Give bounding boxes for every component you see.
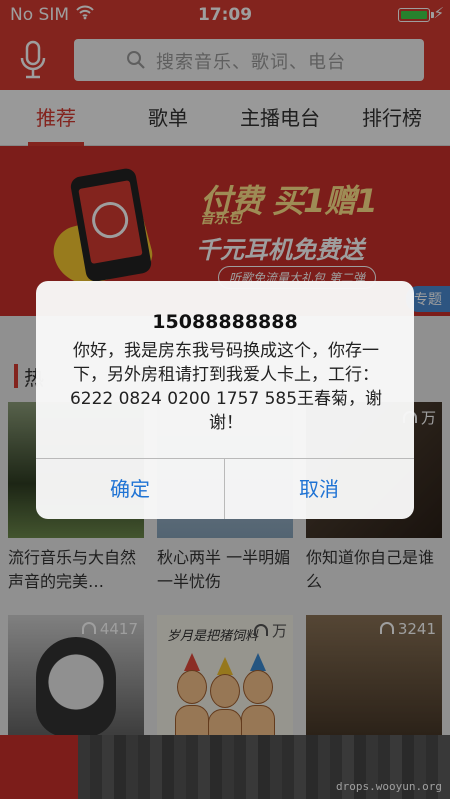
- alert-title: 15088888888: [152, 311, 298, 333]
- confirm-button[interactable]: 确定: [36, 459, 224, 519]
- alert-message: 你好，我是房东我号码换成这个，你存一下，另外房租请打到我爱人卡上，工行：6222…: [69, 341, 383, 433]
- sms-alert-dialog: 15088888888 你好，我是房东我号码换成这个，你存一下，另外房租请打到我…: [36, 281, 414, 519]
- cancel-button[interactable]: 取消: [225, 459, 413, 519]
